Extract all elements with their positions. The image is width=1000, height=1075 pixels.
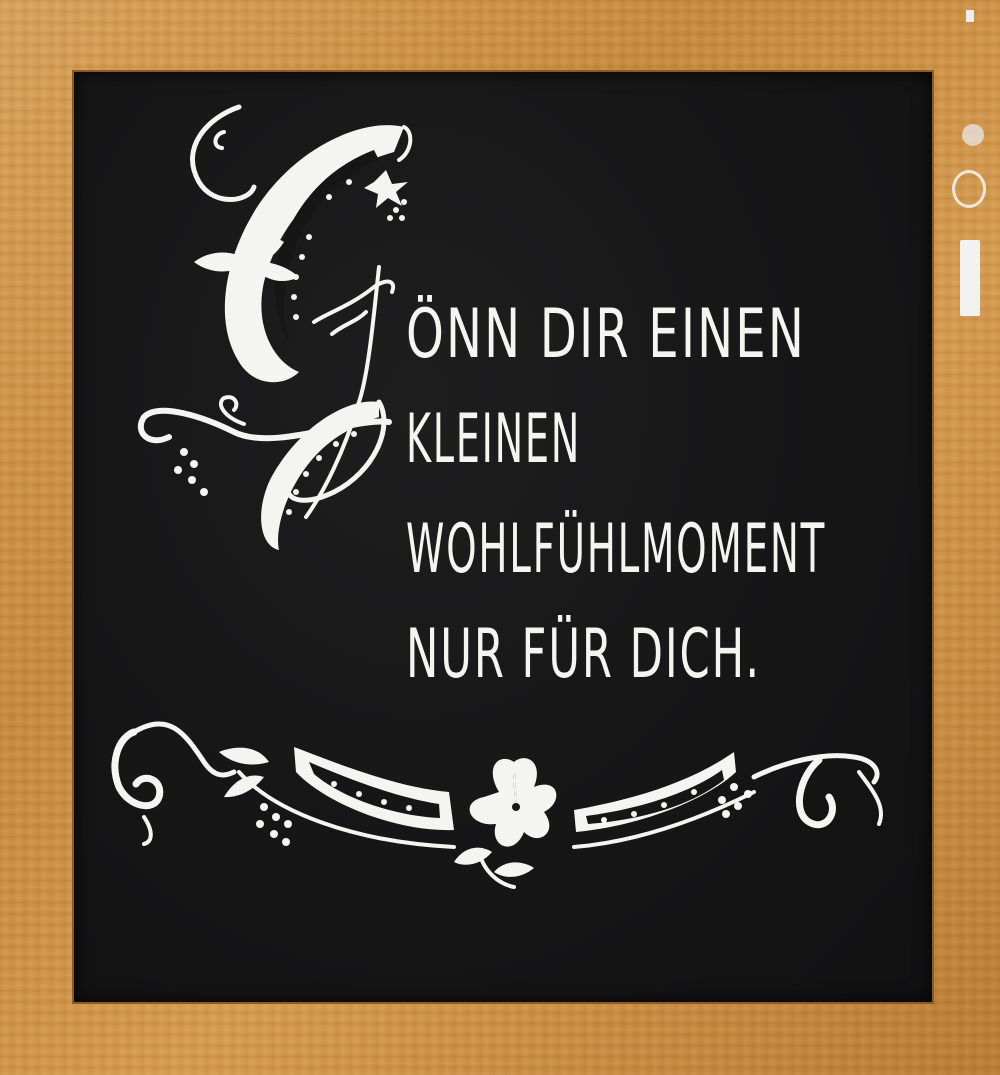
wall-plug xyxy=(962,124,984,146)
chalkboard-drawing: ÖNN DIR EINEN KLEINEN WOHLFÜHLMOMENT NUR… xyxy=(111,104,883,889)
text-line-3: WOHLFÜHLMOMENT xyxy=(406,510,826,589)
flower-icon xyxy=(469,758,557,847)
text-line-4: NUR FÜR DICH. xyxy=(406,615,761,694)
text-line-2: KLEINEN xyxy=(406,400,581,479)
hanging-ring xyxy=(952,170,986,208)
wall-hook xyxy=(966,10,974,22)
bottom-ornament xyxy=(111,721,883,889)
decorative-initial-g xyxy=(137,104,413,550)
text-line-1: ÖNN DIR EINEN xyxy=(406,295,806,374)
hanging-tag xyxy=(960,240,980,316)
chalkboard: ÖNN DIR EINEN KLEINEN WOHLFÜHLMOMENT NUR… xyxy=(74,72,932,1002)
